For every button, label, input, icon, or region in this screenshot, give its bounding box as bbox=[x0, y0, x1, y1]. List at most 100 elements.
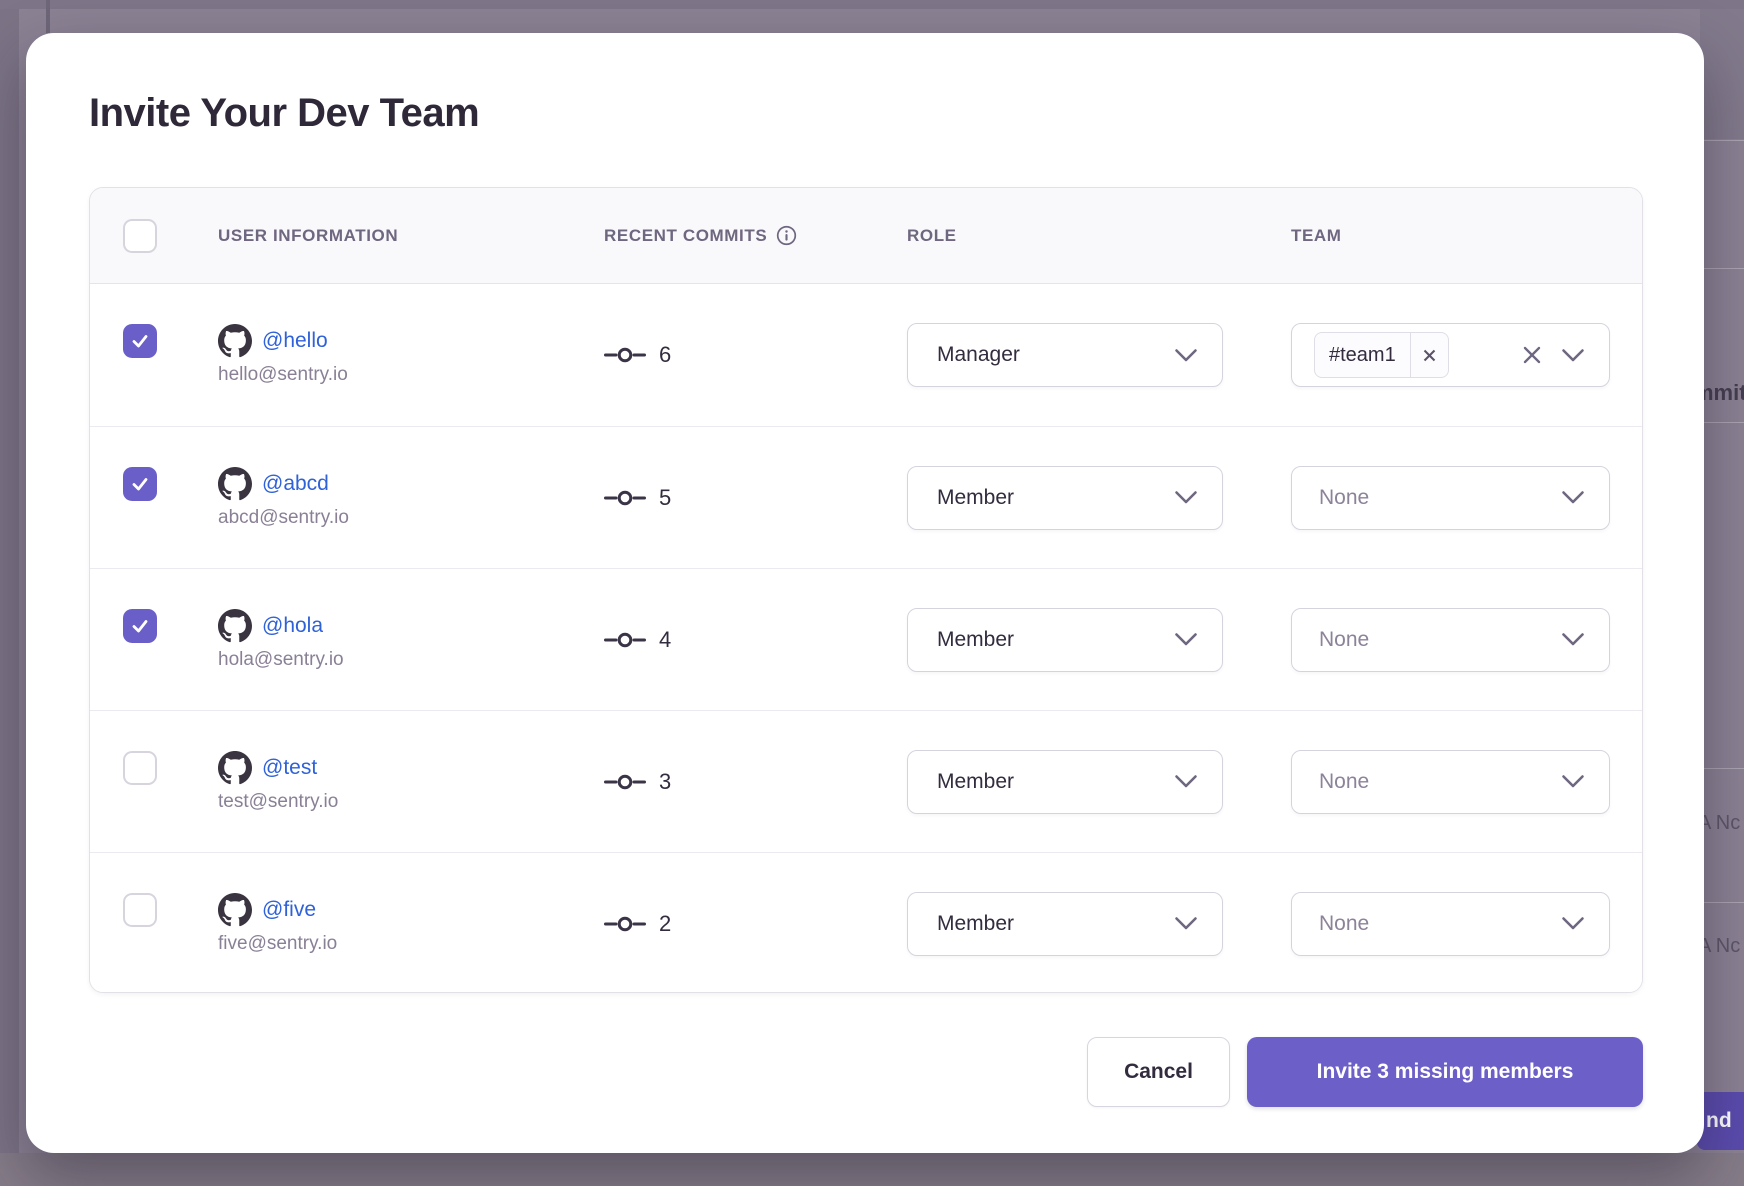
commit-count: 4 bbox=[659, 627, 671, 653]
role-cell: Member bbox=[907, 892, 1291, 956]
check-icon bbox=[130, 616, 150, 636]
invite-members-button[interactable]: Invite 3 missing members bbox=[1247, 1037, 1643, 1107]
role-select[interactable]: Member bbox=[907, 892, 1223, 956]
commit-count: 2 bbox=[659, 911, 671, 937]
chevron-down-icon bbox=[1174, 916, 1198, 931]
github-icon bbox=[218, 893, 252, 927]
check-icon bbox=[130, 331, 150, 351]
background-row-line bbox=[1698, 902, 1744, 903]
row-checkbox[interactable] bbox=[123, 324, 157, 358]
role-select[interactable]: Member bbox=[907, 466, 1223, 530]
user-email: test@sentry.io bbox=[218, 791, 604, 813]
team-select-value: None bbox=[1314, 628, 1369, 652]
background-row-line bbox=[1698, 422, 1744, 423]
background-text-fragment: A Nc bbox=[1698, 812, 1740, 835]
commit-count: 3 bbox=[659, 769, 671, 795]
row-checkbox-cell bbox=[90, 623, 218, 657]
team-cell: None None bbox=[1291, 466, 1643, 530]
row-checkbox[interactable] bbox=[123, 609, 157, 643]
team-cell: #team1 #team1 bbox=[1291, 323, 1643, 387]
select-all-checkbox[interactable] bbox=[123, 219, 157, 253]
user-information-cell: @hello hello@sentry.io bbox=[218, 324, 604, 386]
chevron-down-icon bbox=[1174, 490, 1198, 505]
github-handle-link[interactable]: @test bbox=[262, 756, 317, 780]
invite-dev-team-modal: Invite Your Dev Team USER INFORMATION RE… bbox=[26, 33, 1704, 1153]
background-button-fragment: nd bbox=[1697, 1092, 1744, 1150]
team-cell: None None bbox=[1291, 750, 1643, 814]
github-icon bbox=[218, 751, 252, 785]
table-row: @test test@sentry.io 3 Member bbox=[90, 710, 1642, 852]
row-checkbox[interactable] bbox=[123, 893, 157, 927]
row-checkbox-cell bbox=[90, 907, 218, 941]
table-row: @abcd abcd@sentry.io 5 Member bbox=[90, 426, 1642, 568]
background-row-line bbox=[1698, 140, 1744, 141]
role-select-value: Member bbox=[937, 628, 1014, 652]
chevron-down-icon bbox=[1561, 348, 1585, 363]
table-header-row: USER INFORMATION RECENT COMMITS ROLE TEA… bbox=[90, 188, 1642, 284]
cancel-button[interactable]: Cancel bbox=[1087, 1037, 1230, 1107]
role-select-value: Manager bbox=[937, 343, 1020, 367]
role-select[interactable]: Member bbox=[907, 750, 1223, 814]
background-edge bbox=[0, 0, 19, 1186]
header-recent-commits-label: RECENT COMMITS bbox=[604, 226, 767, 246]
team-select-value: None bbox=[1314, 912, 1369, 936]
github-handle-link[interactable]: @hola bbox=[262, 614, 323, 638]
background-edge bbox=[0, 0, 1744, 9]
check-icon bbox=[130, 474, 150, 494]
background-divider bbox=[46, 0, 50, 33]
background-row-line bbox=[1698, 268, 1744, 269]
team-chip: #team1 bbox=[1314, 332, 1449, 378]
team-cell: None None bbox=[1291, 608, 1643, 672]
recent-commits-cell: 4 bbox=[604, 627, 907, 653]
user-email: abcd@sentry.io bbox=[218, 507, 604, 529]
github-handle-link[interactable]: @abcd bbox=[262, 472, 329, 496]
team-select-value: None bbox=[1314, 770, 1369, 794]
team-chip-label: #team1 bbox=[1315, 344, 1410, 367]
header-checkbox-cell bbox=[90, 219, 218, 253]
chevron-down-icon bbox=[1561, 632, 1585, 647]
role-select-value: Member bbox=[937, 770, 1014, 794]
chevron-down-icon bbox=[1174, 774, 1198, 789]
row-checkbox-cell bbox=[90, 338, 218, 372]
team-select[interactable]: None None bbox=[1291, 466, 1610, 530]
team-select[interactable]: None None bbox=[1291, 608, 1610, 672]
header-user-information: USER INFORMATION bbox=[218, 226, 604, 246]
clear-team-icon[interactable] bbox=[1522, 345, 1542, 365]
git-commit-icon bbox=[604, 489, 646, 507]
user-email: five@sentry.io bbox=[218, 933, 604, 955]
team-select[interactable]: None None bbox=[1291, 892, 1610, 956]
row-checkbox-cell bbox=[90, 765, 218, 799]
git-commit-icon bbox=[604, 773, 646, 791]
table-row: @hola hola@sentry.io 4 Member bbox=[90, 568, 1642, 710]
table-row: @five five@sentry.io 2 Member bbox=[90, 852, 1642, 993]
role-select-value: Member bbox=[937, 912, 1014, 936]
remove-team-icon[interactable] bbox=[1410, 332, 1448, 378]
header-team: TEAM bbox=[1291, 226, 1643, 246]
table-row: @hello hello@sentry.io 6 Manager bbox=[90, 284, 1642, 426]
role-cell: Member bbox=[907, 750, 1291, 814]
git-commit-icon bbox=[604, 631, 646, 649]
row-checkbox-cell bbox=[90, 481, 218, 515]
info-icon[interactable] bbox=[776, 225, 797, 246]
recent-commits-cell: 6 bbox=[604, 342, 907, 368]
github-handle-link[interactable]: @five bbox=[262, 898, 316, 922]
github-handle-link[interactable]: @hello bbox=[262, 329, 328, 353]
row-checkbox[interactable] bbox=[123, 751, 157, 785]
chevron-down-icon bbox=[1174, 632, 1198, 647]
role-select[interactable]: Member bbox=[907, 608, 1223, 672]
chevron-down-icon bbox=[1561, 490, 1585, 505]
team-select[interactable]: None None bbox=[1291, 750, 1610, 814]
header-recent-commits: RECENT COMMITS bbox=[604, 225, 907, 246]
user-information-cell: @abcd abcd@sentry.io bbox=[218, 467, 604, 529]
user-email: hello@sentry.io bbox=[218, 364, 604, 386]
role-select-value: Member bbox=[937, 486, 1014, 510]
chevron-down-icon bbox=[1561, 916, 1585, 931]
recent-commits-cell: 3 bbox=[604, 769, 907, 795]
team-select[interactable]: #team1 #team1 bbox=[1291, 323, 1610, 387]
role-cell: Manager bbox=[907, 323, 1291, 387]
role-cell: Member bbox=[907, 466, 1291, 530]
user-information-cell: @five five@sentry.io bbox=[218, 893, 604, 955]
role-select[interactable]: Manager bbox=[907, 323, 1223, 387]
role-cell: Member bbox=[907, 608, 1291, 672]
row-checkbox[interactable] bbox=[123, 467, 157, 501]
